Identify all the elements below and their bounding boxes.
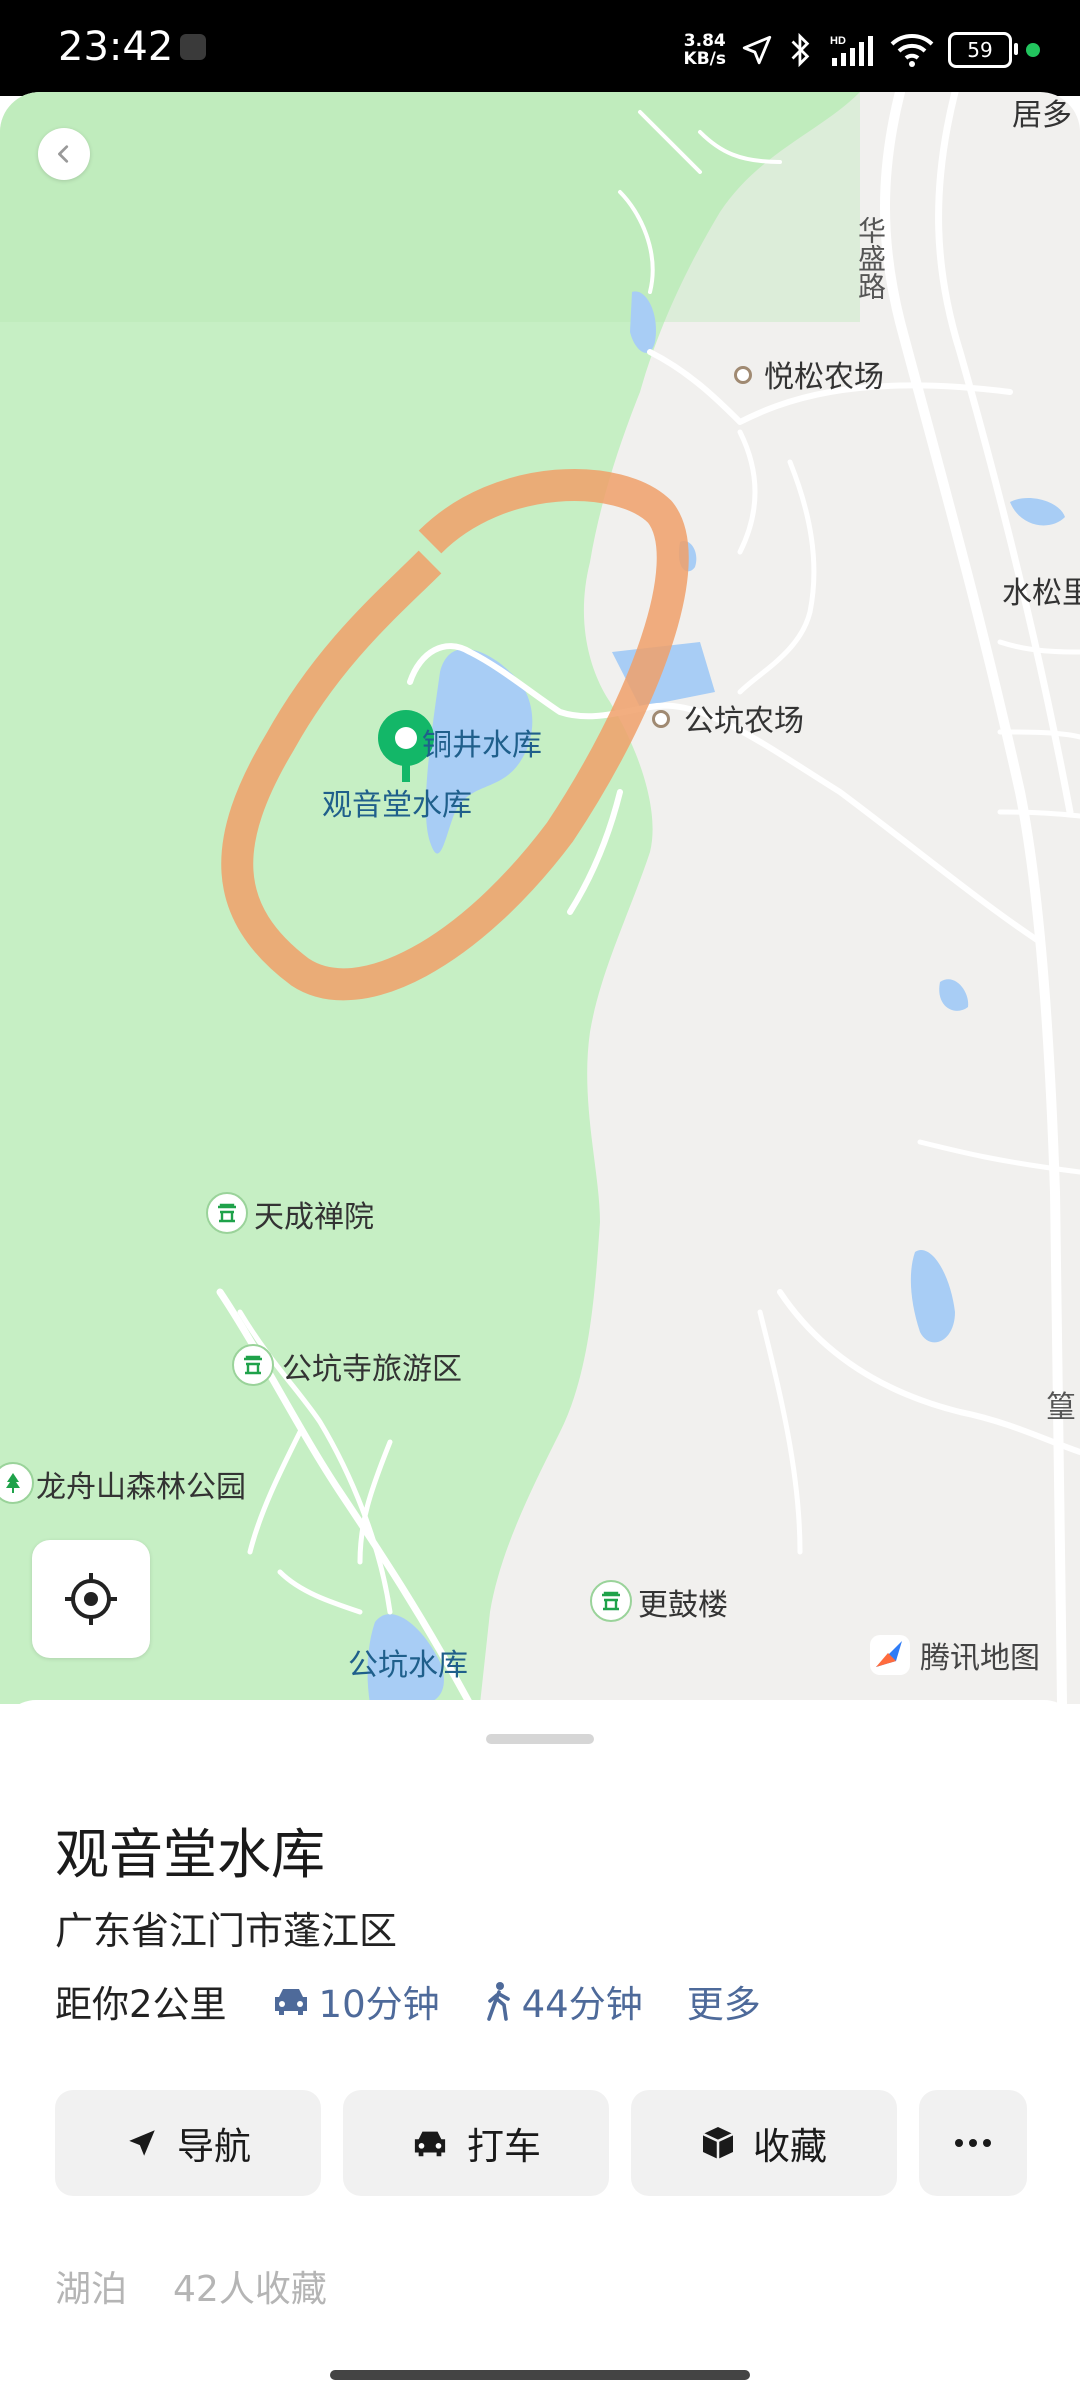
network-speed-unit: KB/s <box>683 49 726 69</box>
place-detail-sheet: 观音堂水库 广东省江门市蓬江区 距你2公里 10分钟 44分钟 更多 导航 打车… <box>0 1700 1080 2400</box>
temple-icon-tiancheng <box>206 1192 248 1234</box>
map-label-gongkeng-temple-area[interactable]: 公坑寺旅游区 <box>282 1344 462 1388</box>
poi-dot-yuesong <box>734 366 752 384</box>
notification-app-icon <box>180 34 206 60</box>
walk-time-link[interactable]: 44分钟 <box>484 1974 643 2028</box>
temple-icon-gongkeng <box>232 1344 274 1386</box>
action-buttons: 导航 打车 收藏 <box>55 2090 1027 2196</box>
distance-text: 距你2公里 <box>55 1983 227 2026</box>
more-routes-link[interactable]: 更多 <box>687 1974 761 2028</box>
hd-signal-icon: HD <box>830 35 873 66</box>
ellipsis-icon <box>955 2139 991 2147</box>
map-label-tiancheng-temple[interactable]: 天成禅院 <box>254 1192 374 1236</box>
privacy-indicator-dot <box>1026 43 1040 57</box>
category-tag: 湖泊 <box>55 2269 128 2310</box>
battery-level: 59 <box>967 38 993 62</box>
place-title: 观音堂水库 <box>55 1823 325 1886</box>
temple-icon-gengulou <box>590 1580 632 1622</box>
tencent-map-logo-icon <box>870 1635 910 1675</box>
place-address: 广东省江门市蓬江区 <box>55 1909 398 1953</box>
map-label-gengulou[interactable]: 更鼓楼 <box>638 1580 728 1624</box>
drive-time-link[interactable]: 10分钟 <box>271 1974 440 2028</box>
back-button[interactable] <box>38 128 90 180</box>
map-label-yuesong-farm[interactable]: 悦松农场 <box>764 352 884 396</box>
status-bar: 23:42 3.84 KB/s HD 59 <box>0 0 1080 96</box>
poi-dot-gongkeng-farm <box>652 710 670 728</box>
battery-icon: 59 <box>948 32 1018 68</box>
chevron-left-icon <box>58 145 69 163</box>
favorites-count: 42人收藏 <box>173 2269 327 2310</box>
svg-text:HD: HD <box>830 35 846 47</box>
place-tags: 湖泊 42人收藏 <box>55 2260 327 2312</box>
walking-icon <box>486 1982 510 2021</box>
map-label-huasheng-road[interactable]: 华盛路 <box>850 216 890 300</box>
home-indicator[interactable] <box>330 2370 750 2380</box>
wifi-icon <box>890 34 934 67</box>
map-label-right-partial[interactable]: 篁 <box>1046 1382 1076 1426</box>
taxi-button[interactable]: 打车 <box>343 2090 609 2196</box>
map-label-guanyintang-reservoir[interactable]: 观音堂水库 <box>322 780 472 824</box>
pond-lower-right <box>910 1250 955 1343</box>
pond-right <box>1010 497 1065 526</box>
map-label-gongkeng-farm[interactable]: 公坑农场 <box>684 696 804 740</box>
navigation-arrow-icon <box>129 2130 155 2156</box>
network-speed: 3.84 KB/s <box>684 32 726 68</box>
tencent-map-logo: 腾讯地图 <box>868 1632 1040 1678</box>
crosshair-icon <box>65 1573 117 1625</box>
favorite-button[interactable]: 收藏 <box>631 2090 897 2196</box>
status-indicators: 3.84 KB/s HD 59 <box>684 28 1040 72</box>
navigate-label: 导航 <box>177 2125 251 2168</box>
map-logo-text: 腾讯地图 <box>920 1641 1040 1676</box>
car-icon <box>274 1989 307 2015</box>
navigate-button[interactable]: 导航 <box>55 2090 321 2196</box>
bluetooth-icon <box>791 32 810 68</box>
location-arrow-icon <box>742 35 772 65</box>
network-speed-value: 3.84 <box>683 31 726 51</box>
walk-time-text: 44分钟 <box>521 1983 643 2026</box>
map-label-longzhoushan-park[interactable]: 龙舟山森林公园 <box>36 1462 246 1506</box>
taxi-icon <box>414 2131 446 2157</box>
map-label-tongjing-reservoir[interactable]: 铜井水库 <box>422 720 542 764</box>
travel-info-row: 距你2公里 10分钟 44分钟 更多 <box>55 1976 761 2026</box>
favorite-label: 收藏 <box>753 2125 827 2168</box>
map-label-gongkeng-reservoir[interactable]: 公坑水库 <box>348 1640 468 1684</box>
forest-lighter <box>0 92 860 322</box>
map-label-top-right[interactable]: 居多 <box>1012 92 1072 134</box>
status-time: 23:42 <box>58 24 174 70</box>
sheet-drag-handle[interactable] <box>486 1734 594 1744</box>
pond-mid-right <box>939 979 969 1011</box>
more-options-button[interactable] <box>919 2090 1027 2196</box>
taxi-label: 打车 <box>467 2125 541 2168</box>
box-icon <box>702 2127 734 2159</box>
locate-me-button[interactable] <box>32 1540 150 1658</box>
map-label-shuisong[interactable]: 水松里 <box>1002 568 1080 612</box>
map-view[interactable]: 居多 华盛路 悦松农场 水松里 公坑农场 铜井水库 观音堂水库 天成禅院 公坑寺… <box>0 92 1080 1704</box>
drive-time-text: 10分钟 <box>318 1983 440 2026</box>
